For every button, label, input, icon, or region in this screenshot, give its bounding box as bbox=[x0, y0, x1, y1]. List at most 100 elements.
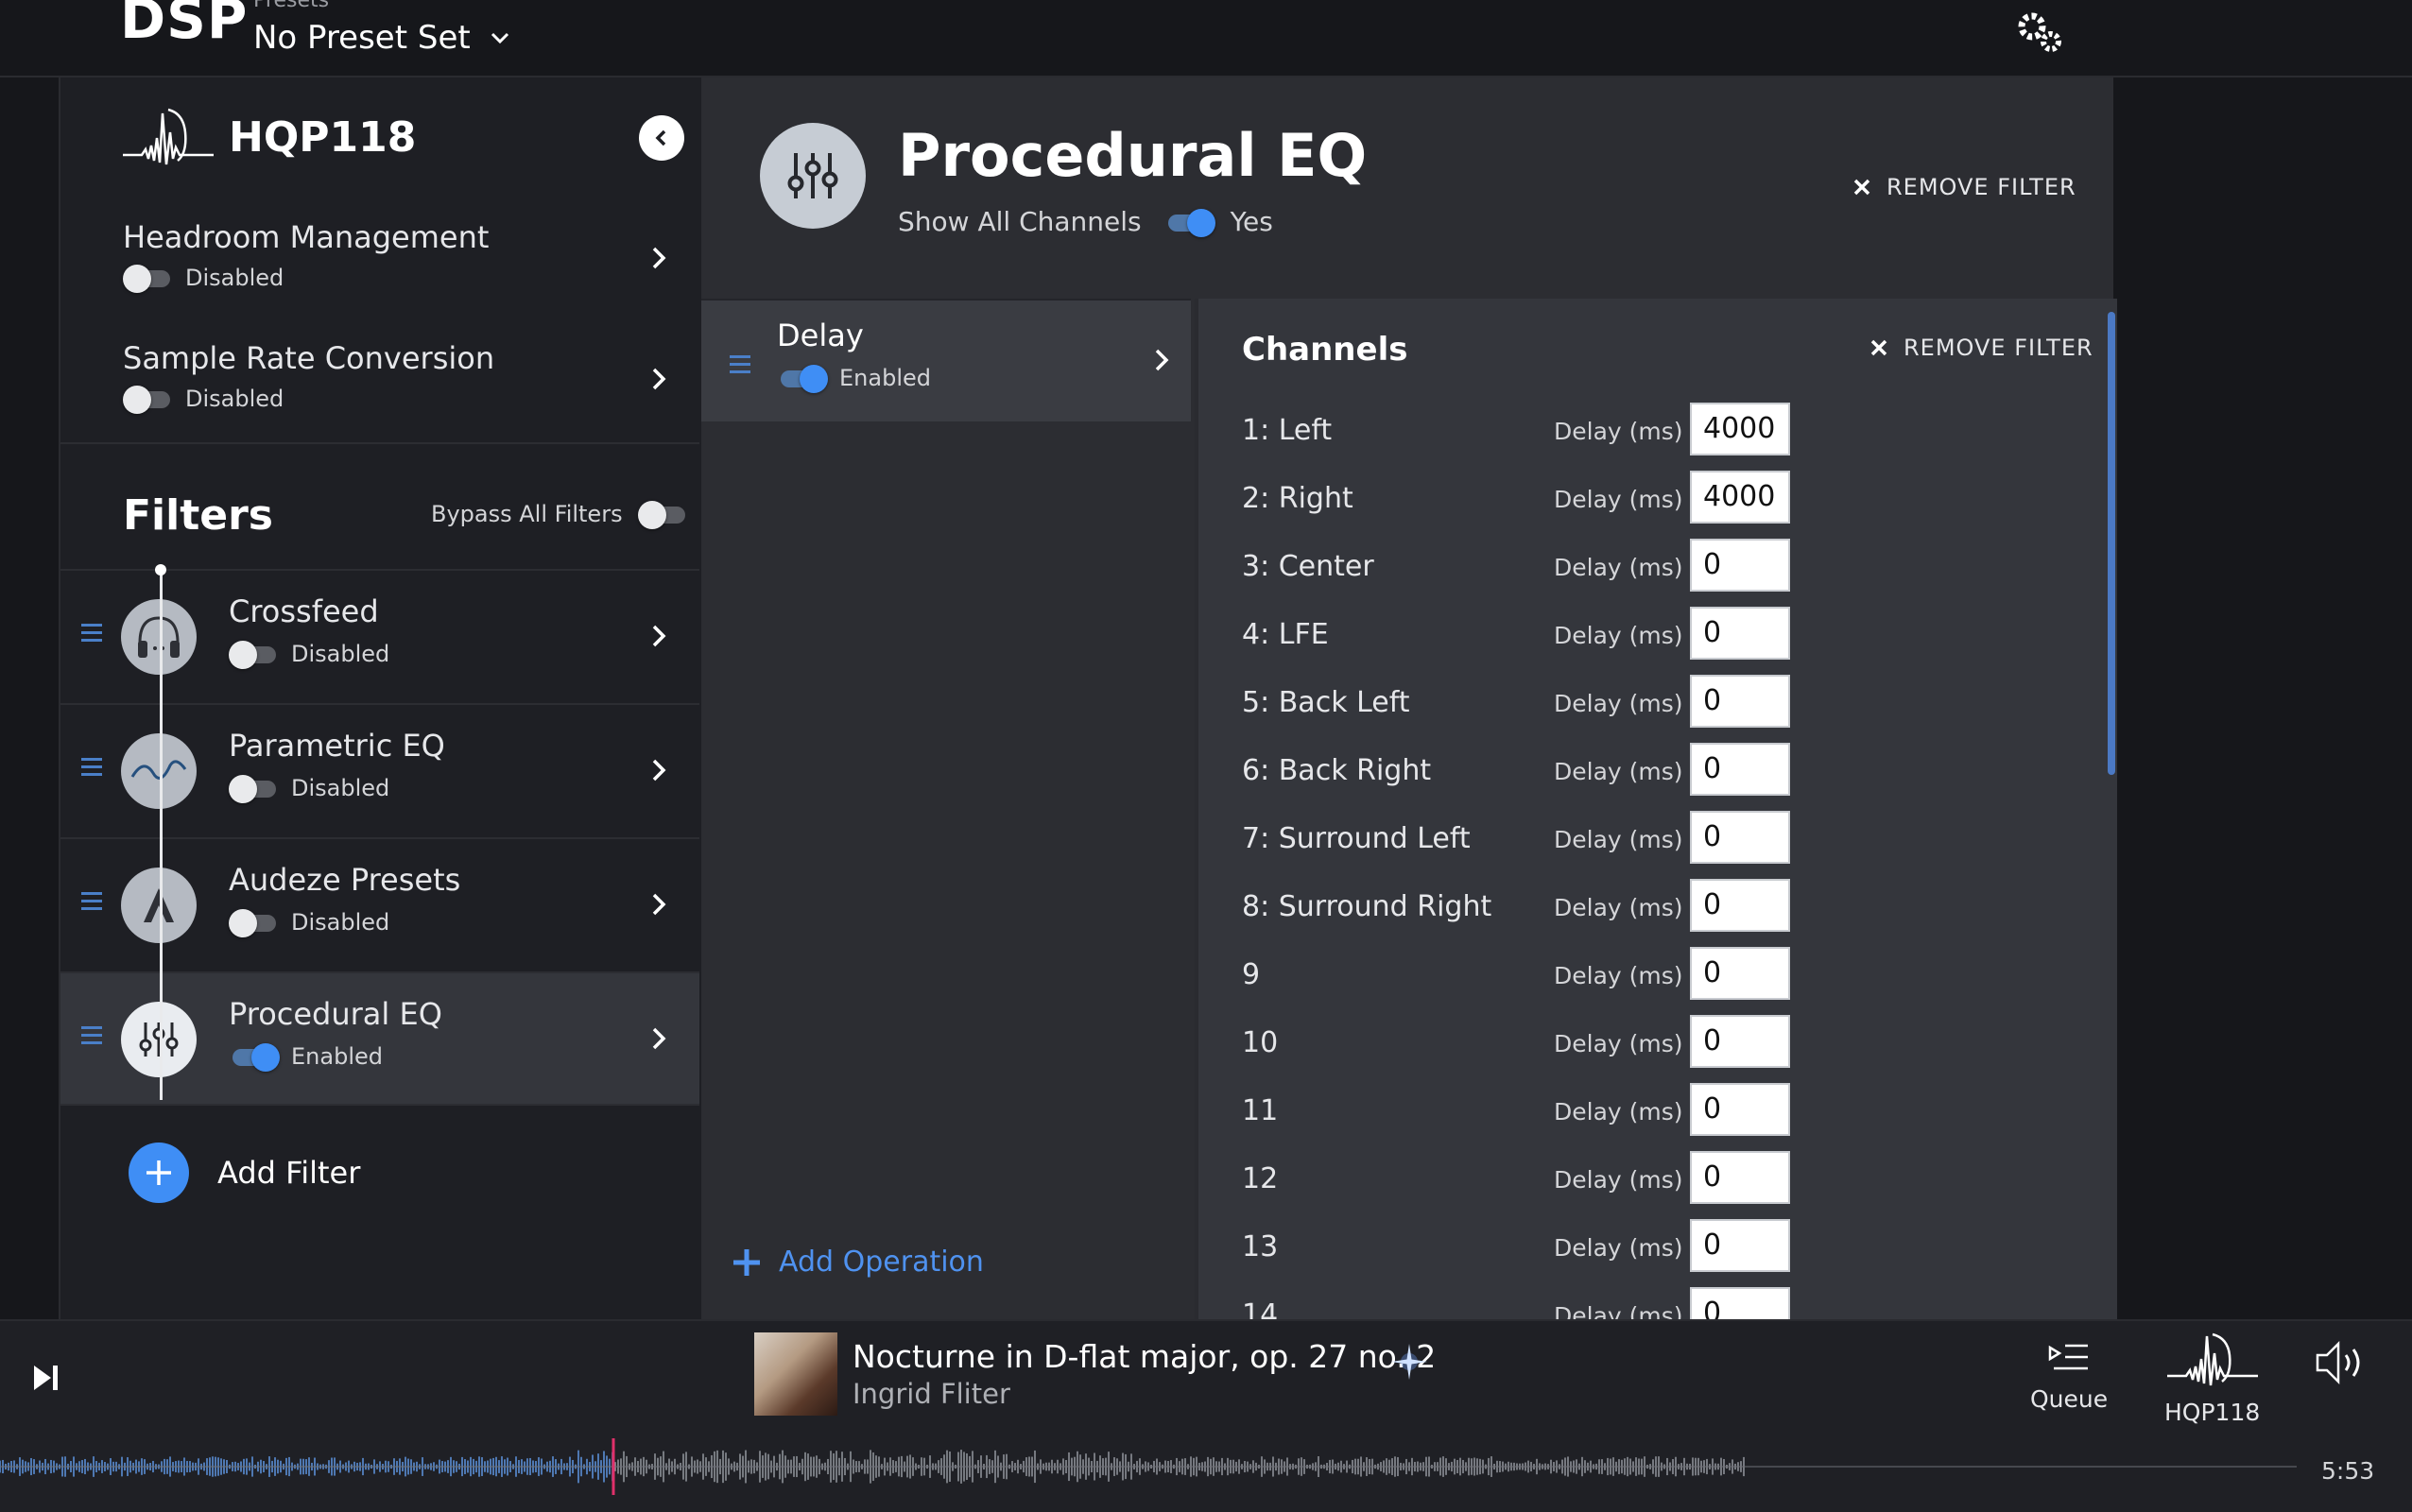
channel-row: 1: Left Delay (ms) 4000 bbox=[1198, 399, 2087, 467]
channel-name: 13 bbox=[1242, 1230, 1279, 1263]
delay-toggle[interactable] bbox=[777, 365, 828, 393]
sparkle-icon[interactable] bbox=[1389, 1342, 1429, 1382]
parametric-eq-toggle[interactable] bbox=[229, 775, 278, 803]
bypass-label: Bypass All Filters bbox=[431, 501, 623, 527]
chevron-right-icon bbox=[652, 1027, 666, 1050]
channel-name: 12 bbox=[1242, 1162, 1279, 1195]
channel-row: 2: Right Delay (ms) 4000 bbox=[1198, 467, 2087, 535]
track-title[interactable]: Nocturne in D-flat major, op. 27 no. 2 bbox=[853, 1338, 1436, 1375]
setting-title: Sample Rate Conversion bbox=[123, 340, 495, 376]
channel-name: 1: Left bbox=[1242, 414, 1333, 447]
bypass-toggle[interactable] bbox=[637, 501, 687, 529]
delay-input[interactable]: 0 bbox=[1690, 1151, 1790, 1204]
channel-name: 7: Surround Left bbox=[1242, 822, 1471, 855]
delay-input[interactable]: 0 bbox=[1690, 675, 1790, 728]
delay-label: Delay (ms) bbox=[1554, 962, 1683, 989]
output-device-button[interactable]: HQP118 bbox=[2164, 1332, 2260, 1426]
add-filter-label: Add Filter bbox=[217, 1155, 361, 1191]
delay-label: Delay (ms) bbox=[1554, 894, 1683, 921]
sample-rate-conversion-row[interactable]: Sample Rate Conversion Disabled bbox=[60, 327, 699, 448]
filter-detail-panel: Procedural EQ Show All Channels Yes REMO… bbox=[701, 77, 2117, 1321]
drag-handle-icon[interactable] bbox=[81, 1026, 102, 1049]
channel-name: 4: LFE bbox=[1242, 618, 1329, 651]
procedural-eq-toggle[interactable] bbox=[229, 1043, 280, 1072]
audeze-logo-icon bbox=[121, 868, 197, 943]
remove-operation-button[interactable]: REMOVE FILTER bbox=[1869, 335, 2093, 361]
drag-handle-icon[interactable] bbox=[81, 624, 102, 646]
add-operation-label: Add Operation bbox=[779, 1246, 984, 1279]
remove-operation-label: REMOVE FILTER bbox=[1904, 335, 2093, 361]
close-icon bbox=[1853, 179, 1870, 196]
chevron-left-icon bbox=[655, 129, 666, 146]
drag-handle-icon[interactable] bbox=[81, 758, 102, 781]
delay-input[interactable]: 0 bbox=[1690, 879, 1790, 932]
settings-gear-icon[interactable] bbox=[2011, 6, 2068, 59]
delay-input[interactable]: 4000 bbox=[1690, 471, 1790, 524]
delay-input[interactable]: 0 bbox=[1690, 1083, 1790, 1136]
presets-label: Presets bbox=[253, 0, 330, 12]
add-filter-button[interactable]: Add Filter bbox=[129, 1143, 360, 1203]
delay-label: Delay (ms) bbox=[1554, 1030, 1683, 1057]
queue-button[interactable]: Queue bbox=[2030, 1338, 2108, 1413]
delay-input[interactable]: 0 bbox=[1690, 811, 1790, 864]
channel-row: 11 Delay (ms) 0 bbox=[1198, 1079, 2087, 1147]
plus-icon bbox=[733, 1248, 760, 1276]
volume-icon[interactable] bbox=[2314, 1338, 2367, 1387]
channel-name: 11 bbox=[1242, 1094, 1279, 1127]
delay-label: Delay (ms) bbox=[1554, 1234, 1683, 1262]
delay-label: Delay (ms) bbox=[1554, 1302, 1683, 1319]
delay-input[interactable]: 0 bbox=[1690, 1015, 1790, 1068]
drag-handle-icon[interactable] bbox=[81, 892, 102, 915]
delay-input[interactable]: 0 bbox=[1690, 1219, 1790, 1272]
channels-scrollbar[interactable] bbox=[2108, 312, 2115, 775]
preset-dropdown[interactable]: No Preset Set bbox=[253, 19, 510, 57]
delay-input[interactable]: 0 bbox=[1690, 743, 1790, 796]
channel-name: 3: Center bbox=[1242, 550, 1374, 583]
show-all-toggle[interactable] bbox=[1164, 208, 1215, 237]
operation-status: Enabled bbox=[839, 365, 931, 391]
filter-status: Disabled bbox=[291, 775, 390, 801]
collapse-sidebar-button[interactable] bbox=[639, 115, 684, 161]
filter-crossfeed[interactable]: Crossfeed Disabled bbox=[60, 569, 699, 703]
remove-filter-button[interactable]: REMOVE FILTER bbox=[1852, 174, 2076, 200]
channel-row: 3: Center Delay (ms) 0 bbox=[1198, 535, 2087, 603]
audeze-presets-toggle[interactable] bbox=[229, 909, 278, 937]
sliders-icon bbox=[121, 1002, 197, 1077]
waveform-progress-bar[interactable] bbox=[0, 1433, 2297, 1508]
headroom-toggle[interactable] bbox=[123, 265, 172, 293]
delay-label: Delay (ms) bbox=[1554, 418, 1683, 445]
track-time: 5:53 bbox=[2321, 1457, 2375, 1485]
sample-rate-toggle[interactable] bbox=[123, 386, 172, 414]
track-artist[interactable]: Ingrid Fliter bbox=[853, 1378, 1010, 1410]
delay-label: Delay (ms) bbox=[1554, 1098, 1683, 1125]
play-next-icon[interactable] bbox=[28, 1361, 62, 1395]
filter-procedural-eq[interactable]: Procedural EQ Enabled bbox=[60, 971, 699, 1106]
channel-row: 13 Delay (ms) 0 bbox=[1198, 1215, 2087, 1283]
sliders-icon bbox=[760, 123, 866, 229]
operations-list: Delay Enabled Add Operation bbox=[701, 299, 1191, 1321]
chevron-right-icon bbox=[652, 759, 666, 782]
headroom-management-row[interactable]: Headroom Management Disabled bbox=[60, 206, 699, 327]
crossfeed-toggle[interactable] bbox=[229, 641, 278, 669]
chevron-right-icon bbox=[652, 247, 666, 269]
delay-input[interactable]: 0 bbox=[1690, 607, 1790, 660]
eq-curve-icon bbox=[121, 733, 197, 809]
album-art[interactable] bbox=[754, 1332, 837, 1416]
player-bar: Nocturne in D-flat major, op. 27 no. 2 I… bbox=[0, 1319, 2412, 1512]
filter-parametric-eq[interactable]: Parametric EQ Disabled bbox=[60, 703, 699, 837]
delay-input[interactable]: 0 bbox=[1690, 1287, 1790, 1319]
delay-input[interactable]: 0 bbox=[1690, 947, 1790, 1000]
delay-input[interactable]: 0 bbox=[1690, 539, 1790, 592]
filter-chain-line bbox=[160, 569, 163, 1100]
delay-label: Delay (ms) bbox=[1554, 826, 1683, 853]
drag-handle-icon[interactable] bbox=[730, 355, 750, 378]
delay-label: Delay (ms) bbox=[1554, 690, 1683, 717]
add-operation-button[interactable]: Add Operation bbox=[732, 1246, 984, 1279]
channel-name: 10 bbox=[1242, 1026, 1279, 1059]
filter-audeze-presets[interactable]: Audeze Presets Disabled bbox=[60, 837, 699, 971]
channel-row: 14 Delay (ms) 0 bbox=[1198, 1283, 2087, 1319]
filter-title: Procedural EQ bbox=[229, 996, 442, 1032]
channel-row: 7: Surround Left Delay (ms) 0 bbox=[1198, 807, 2087, 875]
delay-input[interactable]: 4000 bbox=[1690, 403, 1790, 455]
operation-delay[interactable]: Delay Enabled bbox=[701, 301, 1191, 421]
